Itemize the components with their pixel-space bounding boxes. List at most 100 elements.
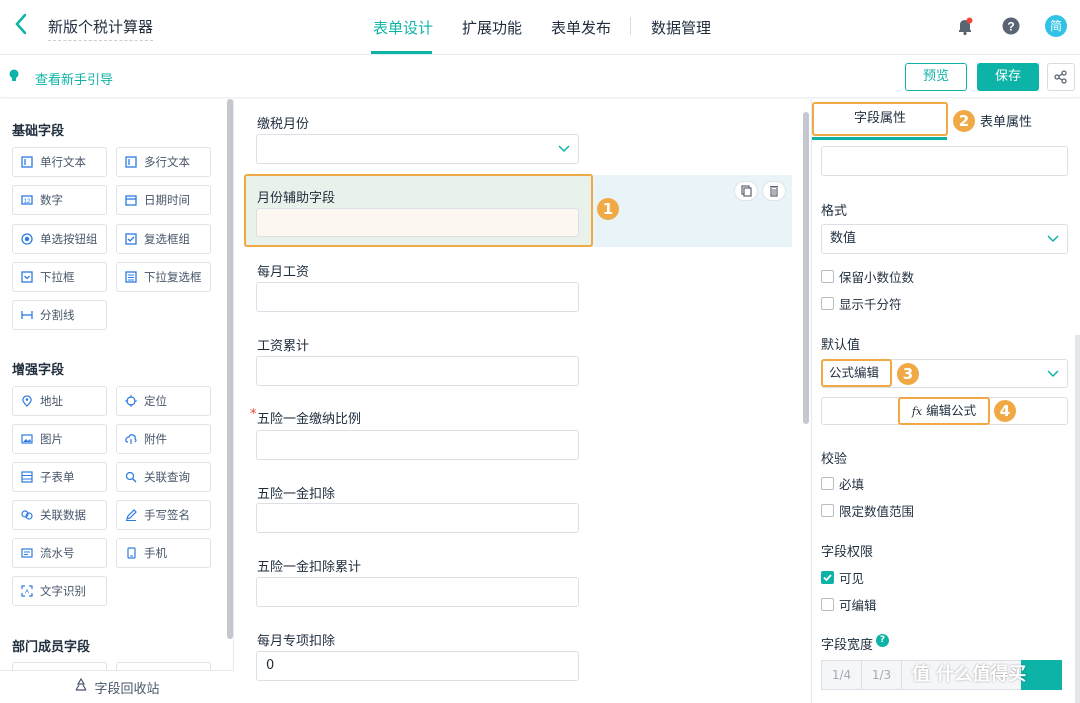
salary-cumulative-input[interactable] bbox=[256, 356, 579, 386]
serial-icon bbox=[21, 547, 33, 559]
limit-range-checkbox[interactable]: 限定数值范围 bbox=[821, 501, 914, 520]
format-select[interactable]: 数值 bbox=[821, 224, 1068, 254]
field-linked-data[interactable]: 关联数据 bbox=[12, 500, 107, 530]
permission-label: 字段权限 bbox=[821, 545, 874, 560]
tab-field-properties[interactable]: 字段属性 bbox=[812, 102, 948, 136]
tax-month-select[interactable] bbox=[256, 134, 579, 164]
month-helper-input[interactable] bbox=[256, 208, 579, 237]
back-arrow-icon[interactable] bbox=[14, 12, 38, 40]
beginner-guide-link[interactable]: 查看新手引导 bbox=[35, 69, 113, 88]
visible-checkbox[interactable]: 可见 bbox=[821, 568, 864, 587]
field-radio-group[interactable]: 单选按钮组 bbox=[12, 224, 107, 254]
chevron-down-icon bbox=[1047, 370, 1059, 378]
checkbox-box bbox=[821, 504, 834, 517]
properties-scrollbar[interactable] bbox=[1075, 335, 1080, 703]
help-icon[interactable]: ? bbox=[876, 634, 889, 647]
keep-decimal-checkbox[interactable]: 保留小数位数 bbox=[821, 267, 914, 286]
edit-formula-button[interactable]: fx 编辑公式 bbox=[898, 397, 990, 425]
field-phone[interactable]: 手机 bbox=[116, 538, 211, 568]
tab-form-publish[interactable]: 表单发布 bbox=[551, 17, 611, 38]
app-title[interactable]: 新版个税计算器 bbox=[48, 16, 154, 41]
save-button[interactable]: 保存 bbox=[977, 63, 1039, 91]
preview-button[interactable]: 预览 bbox=[905, 63, 967, 91]
share-icon bbox=[1054, 70, 1067, 84]
monthly-salary-input[interactable] bbox=[256, 282, 579, 312]
field-recycle-bin[interactable]: 字段回收站 bbox=[0, 670, 234, 703]
bell-icon[interactable] bbox=[955, 16, 975, 36]
tab-form-properties[interactable]: 表单属性 bbox=[980, 111, 1032, 130]
field-label: 五险一金扣除累计 bbox=[257, 560, 362, 575]
insurance-cumulative-input[interactable] bbox=[256, 577, 579, 607]
tab-data-management[interactable]: 数据管理 bbox=[651, 17, 711, 38]
default-value-option[interactable]: 公式编辑 bbox=[821, 359, 892, 387]
palette-scrollbar[interactable] bbox=[227, 99, 233, 639]
field-dropdown-multi[interactable]: 下拉复选框 bbox=[116, 262, 211, 292]
step-badge-3: 3 bbox=[897, 363, 919, 385]
location-pin-icon bbox=[21, 395, 33, 407]
required-checkbox[interactable]: 必填 bbox=[821, 474, 864, 493]
field-multi-line-text[interactable]: 多行文本 bbox=[116, 147, 211, 177]
divider-icon bbox=[21, 309, 33, 321]
multi-dropdown-icon bbox=[125, 271, 137, 283]
default-value-label: 默认值 bbox=[821, 338, 861, 353]
copy-icon[interactable] bbox=[734, 181, 758, 201]
watermark: 值 什么值得买 bbox=[912, 664, 1027, 685]
field-attachment[interactable]: 附件 bbox=[116, 424, 211, 454]
svg-text:12: 12 bbox=[24, 199, 31, 205]
image-icon bbox=[21, 433, 33, 445]
field-subform[interactable]: 子表单 bbox=[12, 462, 107, 492]
width-option-quarter[interactable]: 1/4 bbox=[821, 660, 862, 690]
required-asterisk: * bbox=[250, 407, 257, 422]
chevron-down-icon bbox=[1047, 235, 1059, 243]
insurance-ratio-input[interactable] bbox=[256, 430, 579, 460]
pen-icon bbox=[125, 509, 137, 521]
thousands-separator-checkbox[interactable]: 显示千分符 bbox=[821, 294, 902, 313]
link-search-icon bbox=[125, 471, 137, 483]
help-icon[interactable]: ? bbox=[1001, 16, 1021, 36]
editable-checkbox[interactable]: 可编辑 bbox=[821, 595, 877, 614]
field-title-input[interactable] bbox=[821, 146, 1068, 176]
trash-icon[interactable] bbox=[762, 181, 786, 201]
dept-member-fields-title: 部门成员字段 bbox=[12, 640, 91, 655]
tab-divider bbox=[630, 17, 631, 35]
table-icon bbox=[21, 471, 33, 483]
special-deduction-input[interactable]: 0 bbox=[256, 651, 579, 681]
field-checkbox-group[interactable]: 复选框组 bbox=[116, 224, 211, 254]
field-ocr[interactable]: A 文字识别 bbox=[12, 576, 107, 606]
recycle-icon bbox=[74, 677, 88, 696]
share-button[interactable] bbox=[1047, 63, 1075, 91]
field-linked-query[interactable]: 关联查询 bbox=[116, 462, 211, 492]
field-image[interactable]: 图片 bbox=[12, 424, 107, 454]
checkbox-box bbox=[821, 571, 834, 584]
field-serial-number[interactable]: 流水号 bbox=[12, 538, 107, 568]
field-label: 工资累计 bbox=[257, 339, 310, 354]
dropdown-icon bbox=[21, 271, 33, 283]
field-address[interactable]: 地址 bbox=[12, 386, 107, 416]
checkbox-box bbox=[821, 270, 834, 283]
checkmark-icon bbox=[823, 574, 832, 582]
field-label: 每月专项扣除 bbox=[257, 634, 336, 649]
phone-icon bbox=[125, 547, 137, 559]
avatar[interactable]: 简 bbox=[1045, 15, 1067, 37]
scan-text-icon: A bbox=[21, 585, 33, 597]
tab-extensions[interactable]: 扩展功能 bbox=[462, 17, 522, 38]
tab-form-design[interactable]: 表单设计 bbox=[373, 17, 433, 38]
field-geolocation[interactable]: 定位 bbox=[116, 386, 211, 416]
field-label: 月份辅助字段 bbox=[257, 191, 336, 206]
width-option-third[interactable]: 1/3 bbox=[861, 660, 902, 690]
field-dropdown[interactable]: 下拉框 bbox=[12, 262, 107, 292]
properties-tab-indicator bbox=[812, 137, 947, 140]
field-number[interactable]: 12 数字 bbox=[12, 185, 107, 215]
field-divider[interactable]: 分割线 bbox=[12, 300, 107, 330]
field-date-time[interactable]: 日期时间 bbox=[116, 185, 211, 215]
insurance-deduction-input[interactable] bbox=[256, 503, 579, 533]
link-data-icon bbox=[21, 509, 33, 521]
svg-text:?: ? bbox=[1007, 20, 1014, 34]
width-option-active[interactable] bbox=[1021, 660, 1062, 690]
field-width-label: 字段宽度 bbox=[821, 638, 874, 653]
chevron-down-icon bbox=[558, 145, 570, 153]
field-single-line-text[interactable]: 单行文本 bbox=[12, 147, 107, 177]
canvas-scrollbar[interactable] bbox=[803, 112, 809, 424]
field-signature[interactable]: 手写签名 bbox=[116, 500, 211, 530]
step-badge-1: 1 bbox=[597, 198, 619, 220]
